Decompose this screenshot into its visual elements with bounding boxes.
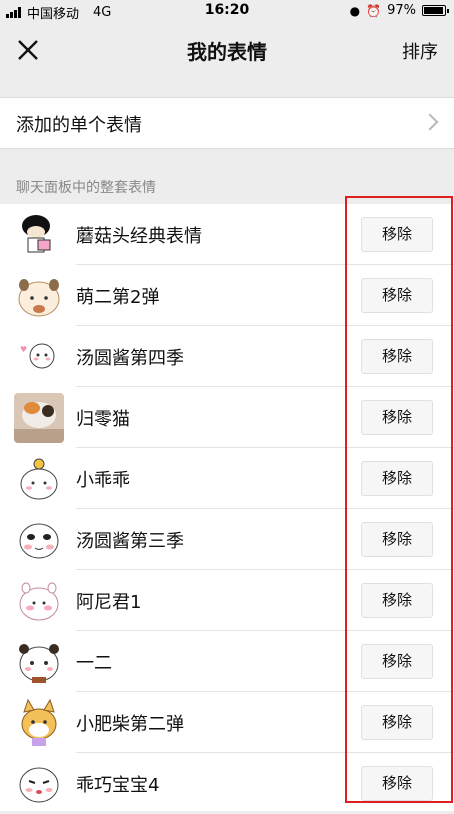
remove-button[interactable]: 移除 [361,705,433,740]
status-bar: 中国移动 4G 16:20 ● ⏰ 97% [0,0,454,22]
remove-button[interactable]: 移除 [361,339,433,374]
sticker-set-row[interactable]: 一二 移除 [0,631,454,692]
mushroom-head-sticker-icon [14,210,64,260]
sticker-set-name: 归零猫 [76,409,130,430]
sticker-set-name: 阿尼君1 [76,592,142,613]
rotation-lock-icon: ● [349,3,361,18]
sticker-set-row[interactable]: 蘑菇头经典表情 移除 [0,204,454,265]
svg-text:♥: ♥ [20,345,27,354]
sticker-set-name: 小乖乖 [76,470,130,491]
remove-button[interactable]: 移除 [361,644,433,679]
remove-button[interactable]: 移除 [361,583,433,618]
baby-sticker-icon [14,759,64,809]
panda-yier-sticker-icon [14,637,64,687]
sticker-set-list: 蘑菇头经典表情 移除 萌二第2弹 移除 ♥ 汤圆酱第四季 移除 归零猫 移除 小乖乖 移除 汤圆酱第三… [0,204,454,811]
sticker-set-row[interactable]: 乖巧宝宝4 移除 [0,753,454,814]
sticker-set-row[interactable]: 汤圆酱第三季 移除 [0,509,454,570]
sticker-set-name: 汤圆酱第四季 [76,348,184,369]
remove-button[interactable]: 移除 [361,766,433,801]
meng-er-sticker-icon [14,271,64,321]
remove-button[interactable]: 移除 [361,217,433,252]
battery-percent: 97% [387,3,416,18]
sticker-set-row[interactable]: 归零猫 移除 [0,387,454,448]
sticker-set-name: 萌二第2弹 [76,287,160,308]
remove-button[interactable]: 移除 [361,461,433,496]
remove-button[interactable]: 移除 [361,400,433,435]
sticker-set-name: 汤圆酱第三季 [76,531,184,552]
tangyuan-sticker-icon: ♥ [14,332,64,382]
status-right: ● ⏰ 97% [349,3,449,18]
tangyuan-s3-sticker-icon [14,515,64,565]
shiba-sticker-icon [14,698,64,748]
sticker-set-row[interactable]: ♥ 汤圆酱第四季 移除 [0,326,454,387]
sticker-set-row[interactable]: 小肥柴第二弹 移除 [0,692,454,753]
cat-photo-sticker-icon [14,393,64,443]
remove-button[interactable]: 移除 [361,522,433,557]
sort-button[interactable]: 排序 [402,38,438,64]
single-stickers-label: 添加的单个表情 [16,115,142,136]
sticker-set-name: 蘑菇头经典表情 [76,226,202,247]
sticker-set-row[interactable]: 萌二第2弹 移除 [0,265,454,326]
single-stickers-row[interactable]: 添加的单个表情 [0,97,454,149]
section-header: 聊天面板中的整套表情 [16,180,156,196]
chevron-right-icon [421,113,439,131]
remove-button[interactable]: 移除 [361,278,433,313]
nav-bar: 我的表情 排序 [0,22,454,78]
sticker-set-row[interactable]: 小乖乖 移除 [0,448,454,509]
sticker-set-name: 一二 [76,653,112,674]
sticker-set-name: 小肥柴第二弹 [76,714,184,735]
battery-icon [422,5,449,16]
anijun-sticker-icon [14,576,64,626]
sticker-set-row[interactable]: 阿尼君1 移除 [0,570,454,631]
page-title: 我的表情 [187,40,267,64]
xiaoguaiguai-sticker-icon [14,454,64,504]
alarm-icon: ⏰ [366,3,382,18]
sticker-set-name: 乖巧宝宝4 [76,775,160,796]
